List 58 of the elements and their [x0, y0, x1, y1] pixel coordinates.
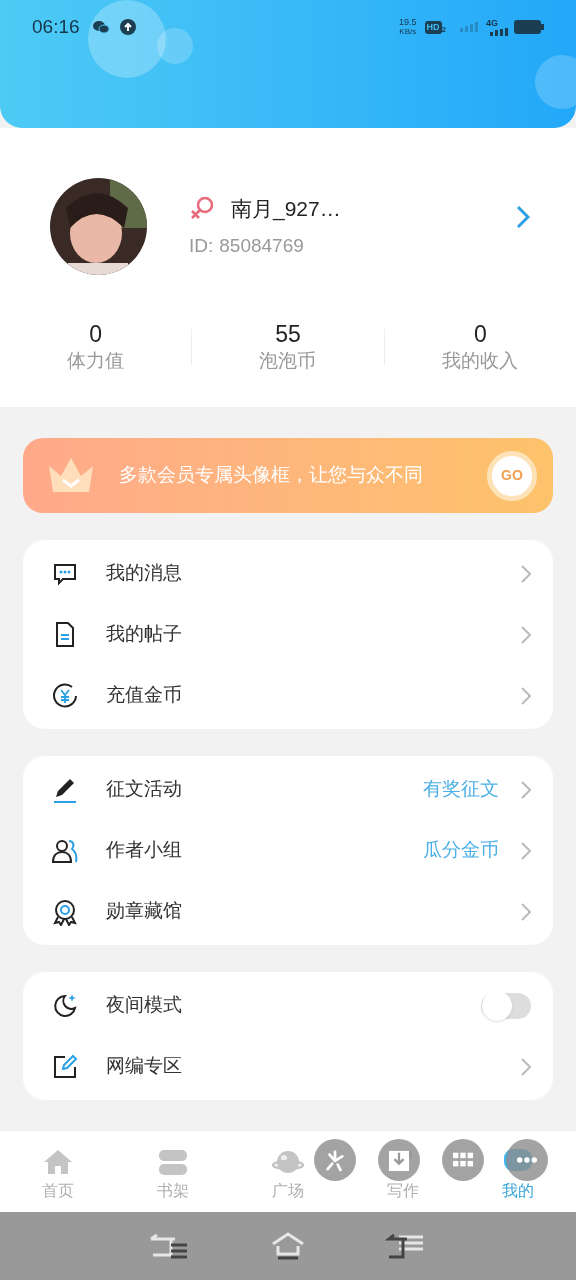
- books-icon: [156, 1147, 189, 1177]
- network-speed: 19.5: [399, 18, 417, 27]
- chat-icon: [91, 20, 110, 34]
- user-id: 85084769: [219, 234, 304, 258]
- menu-label: 征文活动: [106, 777, 183, 802]
- grid-icon[interactable]: [442, 1139, 484, 1181]
- bubble-decoration: [535, 55, 576, 109]
- chevron-right-icon: [521, 902, 531, 921]
- menu-item[interactable]: 充值金币: [23, 665, 553, 726]
- yuan-coin-icon: [51, 681, 79, 710]
- stat-value: 55: [275, 320, 301, 348]
- signal-icon: [460, 22, 480, 32]
- menu-label: 作者小组: [106, 838, 183, 863]
- hd-badge: HD: [424, 20, 442, 34]
- upload-icon: [119, 19, 136, 35]
- chevron-right-icon: [521, 625, 531, 644]
- chevron-right-icon: [521, 1057, 531, 1076]
- chevron-right-icon: [521, 564, 531, 583]
- clock-time: 06:16: [32, 14, 80, 39]
- menu-label: 我的帖子: [106, 622, 183, 647]
- menu-item[interactable]: 夜间模式: [23, 975, 553, 1036]
- menu-hint: 瓜分金币: [423, 838, 499, 863]
- home-icon[interactable]: [271, 1232, 305, 1260]
- menu-label: 夜间模式: [106, 993, 183, 1018]
- night-mode-toggle[interactable]: [481, 992, 531, 1019]
- menu-item[interactable]: 征文活动 有奖征文: [23, 759, 553, 820]
- stat-label: 泡泡币: [259, 349, 317, 373]
- floating-menu[interactable]: [314, 1139, 548, 1181]
- menu-item[interactable]: 作者小组 瓜分金币: [23, 820, 553, 881]
- battery-icon: [514, 20, 544, 34]
- network-type: 4G: [486, 18, 498, 28]
- banner-text: 多款会员专属头像框，让您与众不同: [119, 463, 424, 488]
- edit-icon: [51, 1052, 79, 1081]
- menu-label: 我的消息: [106, 561, 183, 586]
- menu-hint: 有奖征文: [423, 777, 499, 802]
- sim-number: 2: [441, 25, 446, 34]
- chevron-right-icon: [521, 780, 531, 799]
- stat-label: 体力值: [67, 349, 125, 373]
- menu-label: 网编专区: [106, 1054, 183, 1079]
- menu-item[interactable]: 我的帖子: [23, 604, 553, 665]
- speed-unit: KB/s: [399, 27, 417, 36]
- download-icon[interactable]: [378, 1139, 420, 1181]
- more-icon[interactable]: [506, 1139, 548, 1181]
- id-label: ID:: [189, 234, 214, 258]
- sparkle-icon[interactable]: [314, 1139, 356, 1181]
- chevron-right-icon[interactable]: [516, 204, 530, 229]
- stat-value: 0: [89, 320, 103, 348]
- menu-label: 勋章藏馆: [106, 899, 183, 924]
- menu-label: 充值金币: [106, 683, 183, 708]
- stat-value: 0: [473, 320, 487, 348]
- menu-item[interactable]: 网编专区: [23, 1036, 553, 1097]
- chevron-right-icon: [521, 686, 531, 705]
- menu-item[interactable]: 勋章藏馆: [23, 881, 553, 942]
- username: 南月_927…: [231, 195, 341, 223]
- menu-item[interactable]: 我的消息: [23, 543, 553, 604]
- stat-label: 我的收入: [442, 349, 519, 373]
- chevron-right-icon: [521, 841, 531, 860]
- medal-icon: [51, 897, 79, 926]
